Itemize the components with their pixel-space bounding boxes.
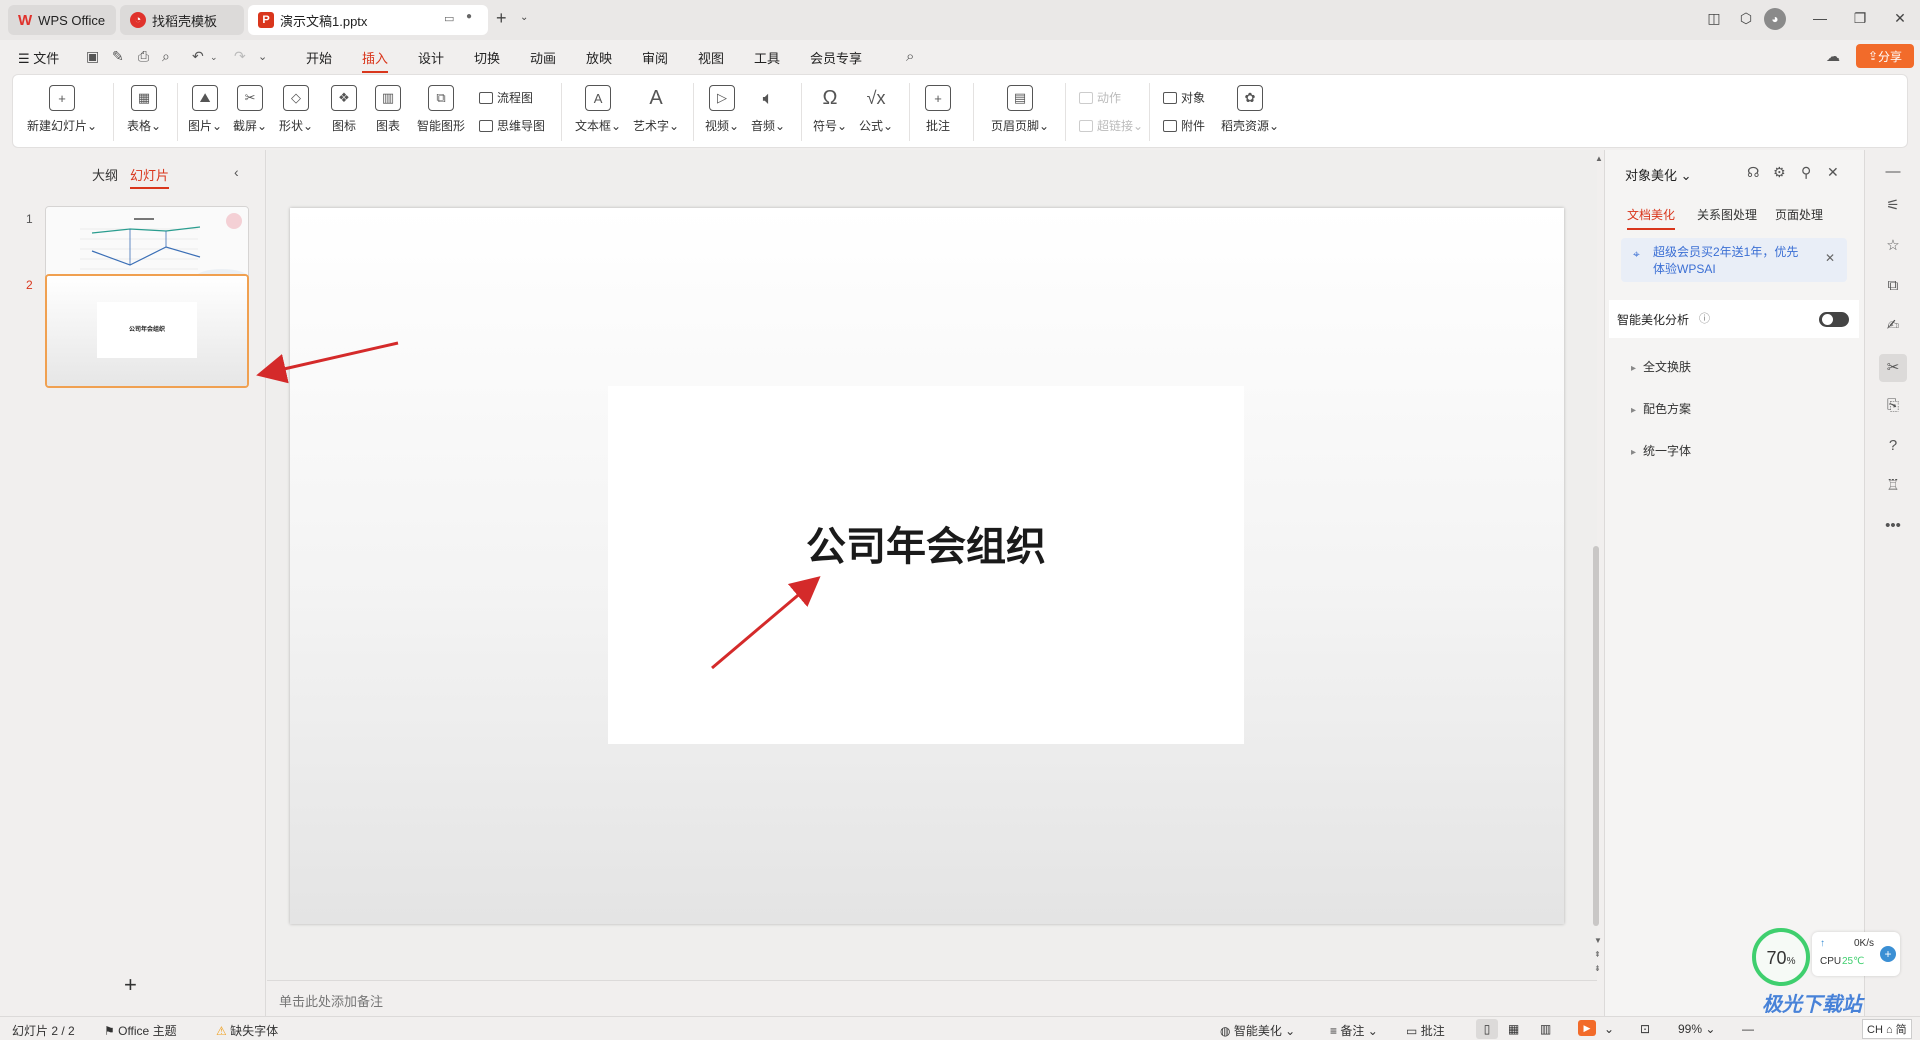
toggle-knob (1822, 314, 1833, 325)
monitor-add-icon[interactable]: + (1880, 946, 1896, 962)
pin-icon[interactable]: ⚲ (1801, 164, 1811, 181)
collapse-strip-icon[interactable]: — (1883, 162, 1903, 182)
panel-title-text: 对象美化 (1625, 168, 1678, 183)
close-icon[interactable]: ✕ (1827, 164, 1839, 181)
edit-doc-icon[interactable]: ✍ (1883, 316, 1903, 336)
smart-beautify-button[interactable]: ◍ 智能美化 ⌄ (1220, 1022, 1295, 1039)
zoom-value: 99% (1678, 1022, 1703, 1036)
theme-label: Office 主题 (118, 1024, 177, 1038)
right-tool-strip: — ⚟ ☆ ⧉ ✍ ✂ ⎘ ? ♖ ••• (1864, 150, 1920, 1016)
theme-icon: ⚑ (104, 1023, 115, 1038)
sliders-icon[interactable]: ⚟ (1883, 196, 1903, 216)
section-skin[interactable]: 全文换肤 (1631, 358, 1691, 375)
gear-icon[interactable]: ⚙ (1773, 164, 1786, 181)
system-monitor[interactable]: ↑ 0K/s CPU 25℃ + (1812, 932, 1900, 976)
missing-font-indicator[interactable]: ⚠ 缺失字体 (216, 1022, 278, 1039)
promo-close-icon[interactable]: ✕ (1825, 250, 1835, 267)
fit-window-icon[interactable]: ⊡ (1640, 1022, 1650, 1036)
copy-icon[interactable]: ⧉ (1883, 276, 1903, 296)
grid-view-icon[interactable]: ▦ (1508, 1022, 1519, 1036)
comment-status-icon: ▭ (1406, 1023, 1418, 1038)
cpu-percent: 70% (1766, 948, 1796, 968)
cpu-temp: 25℃ (1842, 956, 1865, 967)
tab-doc-beautify[interactable]: 文档美化 (1627, 206, 1676, 230)
zoom-level[interactable]: 99% ⌄ (1678, 1022, 1715, 1036)
comments-label: 批注 (1420, 1024, 1445, 1038)
smart-analysis-row: 智能美化分析 ⓘ (1609, 300, 1859, 338)
ime-indicator[interactable]: CH ⌂ 简 (1862, 1019, 1912, 1039)
beautify-tool-icon[interactable]: ✂ (1879, 354, 1907, 382)
slide-count: 幻灯片 2 / 2 (12, 1024, 75, 1038)
tab-diagram-process[interactable]: 关系图处理 (1697, 206, 1757, 223)
play-dropdown-icon[interactable]: ⌄ (1604, 1022, 1614, 1036)
missing-font-label: 缺失字体 (230, 1024, 279, 1038)
book-icon[interactable]: ⎘ (1883, 396, 1903, 416)
promo-banner[interactable]: ⌖ 超级会员买2年送1年，优先体验WPSAI ✕ (1621, 238, 1847, 282)
shirt-icon[interactable]: ♖ (1883, 476, 1903, 496)
beautify-panel: 对象美化 ⌄ ☊ ⚙ ⚲ ✕ 文档美化 关系图处理 页面处理 ⌖ 超级会员买2年… (1604, 150, 1864, 1016)
cpu-gauge[interactable]: 70% (1752, 928, 1810, 986)
smart-analysis-label: 智能美化分析 (1617, 313, 1690, 327)
comments-button[interactable]: ▭ 批注 (1406, 1022, 1445, 1039)
help-icon[interactable]: ? (1883, 436, 1903, 456)
promo-text: 超级会员买2年送1年，优先体验WPSAI (1653, 245, 1799, 276)
cpu-label: CPU (1820, 956, 1842, 967)
section-unify-font[interactable]: 统一字体 (1631, 442, 1691, 459)
panel-title[interactable]: 对象美化 ⌄ (1625, 165, 1692, 184)
upload-icon: ↑ (1820, 938, 1825, 949)
theme-indicator[interactable]: ⚑ Office 主题 (104, 1022, 177, 1039)
status-bar: 幻灯片 2 / 2 ⚑ Office 主题 ⚠ 缺失字体 ◍ 智能美化 ⌄ ≡ … (0, 1016, 1920, 1040)
smart-beautify-label: 智能美化 (1233, 1024, 1282, 1038)
more-icon[interactable]: ••• (1883, 516, 1903, 536)
net-speed: 0K/s (1854, 938, 1875, 949)
notes-button[interactable]: ≡ 备注 ⌄ (1330, 1022, 1378, 1039)
info-icon[interactable]: ⓘ (1699, 310, 1710, 326)
star-icon[interactable]: ☆ (1883, 236, 1903, 256)
zoom-out-icon[interactable]: — (1742, 1022, 1754, 1036)
arrow-to-title (711, 576, 821, 670)
play-icon[interactable]: ▶ (1578, 1020, 1596, 1036)
notes-label: 备注 (1340, 1024, 1365, 1038)
normal-view-icon[interactable]: ▯ (1476, 1019, 1498, 1039)
beautify-icon: ◍ (1220, 1023, 1231, 1038)
smart-analysis-toggle[interactable] (1819, 312, 1849, 327)
watermark-text: 极光下载站 (1762, 994, 1862, 1016)
warning-icon: ⚠ (216, 1023, 227, 1038)
reading-view-icon[interactable]: ▥ (1540, 1022, 1551, 1036)
section-color-scheme[interactable]: 配色方案 (1631, 400, 1691, 417)
headset-icon[interactable]: ☊ (1747, 164, 1759, 181)
notes-icon: ≡ (1330, 1023, 1338, 1038)
tab-page-process[interactable]: 页面处理 (1775, 206, 1823, 223)
location-icon: ⌖ (1633, 247, 1640, 261)
arrow-to-thumbnail (256, 341, 399, 384)
